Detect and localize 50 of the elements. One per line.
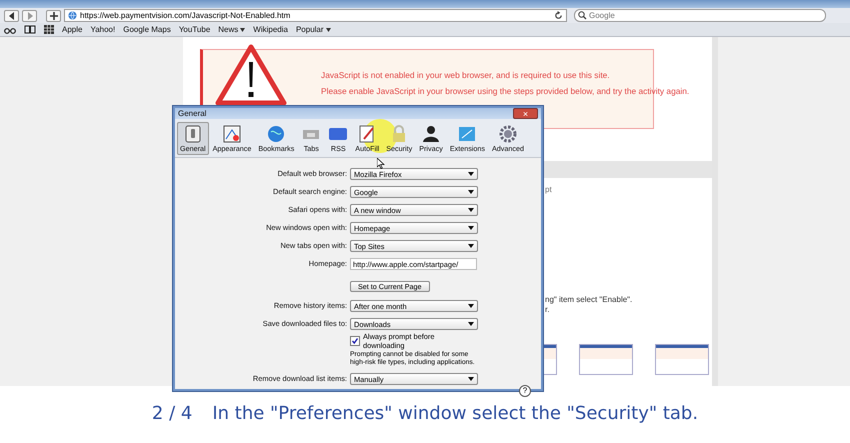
instruction-text: r. bbox=[545, 305, 550, 314]
dropdown-arrow-icon bbox=[468, 304, 474, 308]
bookmark-link[interactable]: Wikipedia bbox=[253, 25, 288, 34]
dropdown-arrow-icon bbox=[468, 322, 474, 326]
bookmark-link[interactable]: Popular bbox=[296, 25, 331, 34]
back-arrow-icon bbox=[8, 12, 16, 20]
dropdown-arrow-icon bbox=[468, 208, 474, 212]
bookmark-link[interactable]: Apple bbox=[62, 25, 82, 34]
checkbox[interactable] bbox=[350, 336, 360, 346]
instruction-text: ng" item select "Enable". bbox=[545, 295, 632, 304]
plus-icon bbox=[50, 12, 58, 20]
cursor-icon bbox=[377, 158, 385, 169]
forward-arrow-icon bbox=[26, 12, 34, 20]
dialog-title: General bbox=[178, 109, 206, 118]
help-button[interactable]: ? bbox=[519, 385, 531, 397]
bookmark-link[interactable]: Google Maps bbox=[123, 25, 171, 34]
instruction-text: pt bbox=[545, 185, 552, 194]
person-icon bbox=[421, 124, 442, 144]
book-icon[interactable] bbox=[24, 25, 36, 34]
picture-icon bbox=[222, 124, 242, 144]
caret-icon bbox=[326, 28, 331, 32]
globe-icon bbox=[68, 11, 77, 20]
gear-icon bbox=[498, 124, 518, 144]
step-counter: 2 / 4 bbox=[152, 403, 192, 424]
address-field[interactable]: https://web.paymentvision.com/Javascript-Not-Enabled.htm bbox=[64, 9, 567, 22]
dropdown-arrow-icon bbox=[468, 377, 474, 381]
warning-icon bbox=[215, 44, 287, 106]
dropdown-arrow-icon bbox=[468, 190, 474, 194]
close-button[interactable]: × bbox=[513, 108, 538, 119]
bookmark-link[interactable]: YouTube bbox=[178, 25, 210, 34]
caption-text: In the "Preferences" window select the "Security" tab. bbox=[212, 403, 698, 424]
dropdown-arrow-icon bbox=[468, 172, 474, 176]
warning-text: JavaScript is not enabled in your web browser, and is required to use this site. bbox=[321, 70, 611, 80]
caret-icon bbox=[240, 28, 246, 32]
switch-icon bbox=[182, 124, 203, 144]
dropdown-arrow-icon bbox=[468, 226, 474, 230]
bookmark-link[interactable]: News bbox=[218, 25, 246, 34]
screenshot-thumbnail[interactable] bbox=[655, 344, 709, 375]
warning-text: Please enable JavaScript in your browser using the steps provided below, and try the activity again. bbox=[321, 86, 690, 96]
search-icon bbox=[578, 11, 588, 20]
reading-glasses-icon[interactable] bbox=[4, 26, 16, 34]
add-bookmark-button[interactable] bbox=[46, 10, 61, 22]
bookmark-link[interactable]: Yahoo! bbox=[90, 25, 116, 34]
dropdown-arrow-icon bbox=[468, 244, 474, 248]
screenshot-thumbnail[interactable] bbox=[579, 344, 633, 375]
search-field[interactable]: Google bbox=[574, 9, 826, 22]
reload-icon[interactable] bbox=[554, 11, 563, 20]
back-button[interactable] bbox=[4, 10, 19, 22]
grid-icon[interactable] bbox=[44, 25, 54, 34]
globe-icon bbox=[266, 124, 286, 144]
